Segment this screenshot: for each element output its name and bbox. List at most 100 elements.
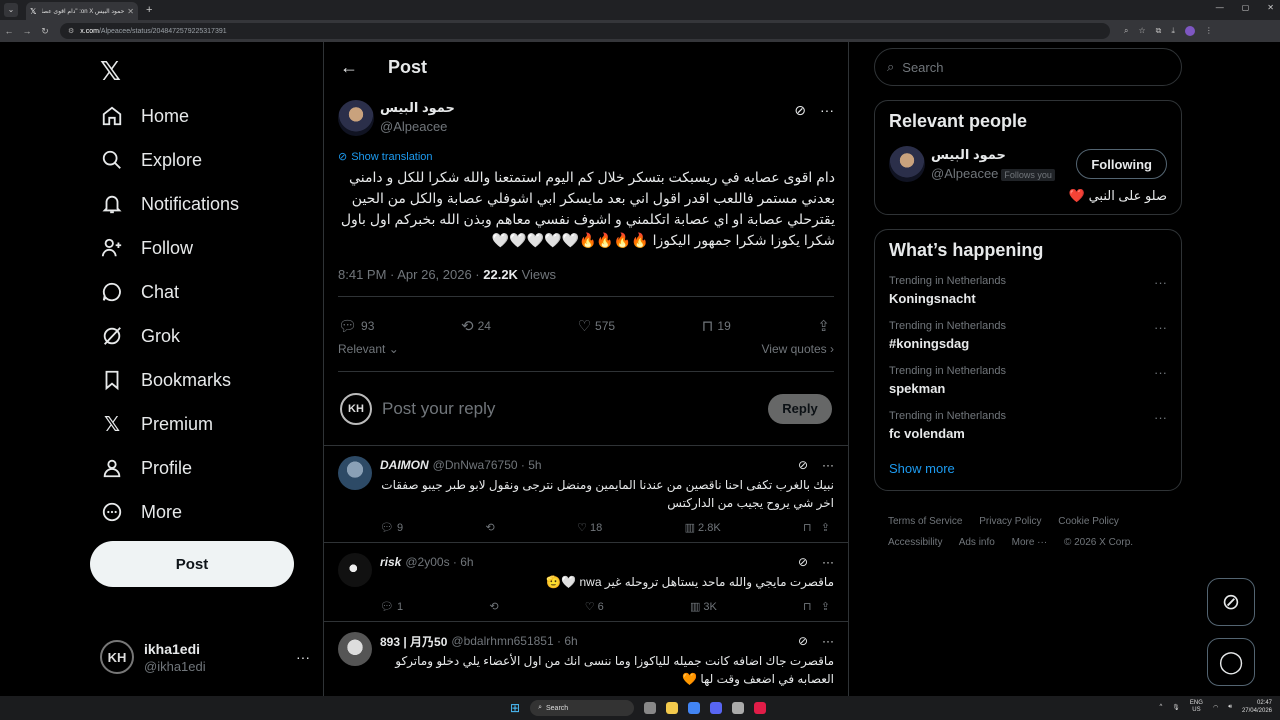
post-button[interactable]: Post bbox=[90, 541, 294, 587]
app-icon[interactable] bbox=[754, 702, 767, 714]
reply-action[interactable]: 💬︎ 93 bbox=[338, 310, 374, 342]
reply-author-handle[interactable]: @bdalrhmn651851 · 6h bbox=[451, 634, 577, 648]
task-view-icon[interactable] bbox=[644, 702, 657, 714]
site-info-icon[interactable]: ⚙ bbox=[68, 27, 74, 35]
file-explorer-icon[interactable] bbox=[666, 702, 679, 714]
nav-premium[interactable]: 𝕏 Premium bbox=[100, 404, 213, 444]
bookmark-star-icon[interactable]: ☆ bbox=[1138, 26, 1145, 36]
author-name[interactable]: حمود البيس bbox=[380, 100, 455, 116]
relevant-sort-dropdown[interactable]: Relevant ⌄ bbox=[338, 342, 399, 371]
reply-item[interactable]: DAIMON @DnNwa76750 · 5h ⊘ ··· نبيك بالغرب… bbox=[324, 446, 848, 543]
more-options-icon[interactable]: ··· bbox=[820, 102, 834, 119]
nav-follow[interactable]: Follow bbox=[100, 228, 193, 268]
maximize-icon[interactable]: ▢ bbox=[1242, 3, 1250, 12]
language-indicator[interactable]: ENG US bbox=[1190, 700, 1203, 714]
author-handle[interactable]: @Alpeacee bbox=[380, 119, 455, 134]
reply-button[interactable]: Reply bbox=[768, 393, 832, 424]
grok-icon[interactable]: ⊘ bbox=[798, 634, 808, 648]
grok-icon[interactable]: ⊘ bbox=[798, 458, 808, 472]
x-logo-icon[interactable]: 𝕏 bbox=[100, 56, 121, 87]
show-more-link[interactable]: Show more bbox=[889, 461, 1167, 476]
reply-reply-action[interactable]: 💬︎ 1 bbox=[380, 600, 403, 613]
reply-author-name[interactable]: 893 | 月乃50 bbox=[380, 633, 447, 650]
windows-start-icon[interactable]: ⊞ bbox=[510, 701, 520, 715]
reply-input[interactable]: Post your reply bbox=[382, 399, 768, 419]
footer-link[interactable]: Privacy Policy bbox=[979, 516, 1041, 527]
footer-link[interactable]: More ··· bbox=[1012, 537, 1048, 548]
reply-like-action[interactable]: ♡ 6 bbox=[585, 600, 604, 613]
share-action[interactable]: ⇪ bbox=[817, 310, 830, 342]
footer-link[interactable]: Ads info bbox=[959, 537, 995, 548]
reply-like-action[interactable]: ♡ 18 bbox=[577, 521, 602, 534]
download-icon[interactable]: ⤓ bbox=[1171, 26, 1175, 36]
trend-item[interactable]: Trending in Netherlands fc volendam ··· bbox=[889, 410, 1167, 441]
trend-item[interactable]: Trending in Netherlands spekman ··· bbox=[889, 365, 1167, 396]
reply-bookmark-share[interactable]: ⊓ ⇪ bbox=[803, 521, 830, 534]
github-icon[interactable] bbox=[732, 702, 745, 714]
reply-views-action[interactable]: ▥ 2.8K bbox=[685, 521, 721, 534]
reply-author-name[interactable]: risk bbox=[380, 555, 401, 569]
tab-close-icon[interactable]: ✕ bbox=[127, 7, 134, 16]
browser-menu-icon[interactable]: ⋮ bbox=[1205, 26, 1213, 36]
nav-profile[interactable]: Profile bbox=[100, 448, 192, 488]
account-switcher[interactable]: KH ikha1edi @ikha1edi ··· bbox=[100, 634, 310, 680]
tweet-time[interactable]: 8:41 PM · Apr 26, 2026 · bbox=[338, 267, 483, 282]
chrome-icon[interactable] bbox=[688, 702, 701, 714]
more-options-icon[interactable]: ··· bbox=[822, 634, 834, 648]
repost-action[interactable]: ⟲ 24 bbox=[461, 310, 491, 342]
trend-item[interactable]: Trending in Netherlands Koningsnacht ··· bbox=[889, 275, 1167, 306]
relevant-person[interactable]: حمود البيس @Alpeacee Follows you Followin… bbox=[889, 146, 1167, 182]
relevant-person-name[interactable]: حمود البيس bbox=[931, 147, 1055, 163]
reload-icon[interactable]: ↻ bbox=[36, 26, 54, 37]
clock[interactable]: 02:47 27/04/2026 bbox=[1242, 699, 1272, 715]
account-more-icon[interactable]: ··· bbox=[296, 649, 310, 665]
reply-author-handle[interactable]: @2y00s · 6h bbox=[405, 555, 473, 569]
footer-link[interactable]: Cookie Policy bbox=[1058, 516, 1119, 527]
grok-icon[interactable]: ⊘ bbox=[794, 102, 806, 119]
trend-more-icon[interactable]: ··· bbox=[1154, 410, 1167, 441]
trend-more-icon[interactable]: ··· bbox=[1154, 275, 1167, 306]
reply-bookmark-share[interactable]: ⊓ ⇪ bbox=[803, 600, 830, 613]
trend-item[interactable]: Trending in Netherlands #koningsdag ··· bbox=[889, 320, 1167, 351]
nav-notifications[interactable]: Notifications bbox=[100, 184, 239, 224]
back-arrow-icon[interactable]: ← bbox=[340, 57, 370, 78]
close-window-icon[interactable]: ✕ bbox=[1267, 3, 1274, 12]
nav-home[interactable]: Home bbox=[100, 96, 189, 136]
author-avatar[interactable] bbox=[338, 100, 374, 136]
extensions-icon[interactable]: ⧉ bbox=[1156, 26, 1162, 36]
relevant-person-avatar[interactable] bbox=[889, 146, 925, 182]
nav-chat[interactable]: Chat bbox=[100, 272, 179, 312]
grok-icon[interactable]: ⊘ bbox=[798, 555, 808, 569]
trend-more-icon[interactable]: ··· bbox=[1154, 365, 1167, 396]
footer-link[interactable]: Accessibility bbox=[888, 537, 942, 548]
trend-more-icon[interactable]: ··· bbox=[1154, 320, 1167, 351]
taskbar-search[interactable]: ⌕ Search bbox=[530, 700, 635, 716]
nav-bookmarks[interactable]: Bookmarks bbox=[100, 360, 231, 400]
browser-tab[interactable]: 𝕏 حمود البيس on X: "دام اقوى عصا... ✕ bbox=[26, 2, 138, 20]
zoom-icon[interactable]: ⌕ bbox=[1124, 26, 1128, 36]
tab-menu-button[interactable]: ⌄ bbox=[4, 3, 18, 17]
more-options-icon[interactable]: ··· bbox=[822, 555, 834, 569]
new-tab-button[interactable]: + bbox=[146, 4, 152, 16]
reply-repost-action[interactable]: ⟲ bbox=[486, 521, 495, 534]
chat-fab-button[interactable]: ◯ bbox=[1207, 638, 1255, 686]
mic-icon[interactable]: 🎙︎ bbox=[1172, 704, 1180, 711]
nav-more[interactable]: More bbox=[100, 492, 182, 532]
discord-icon[interactable] bbox=[710, 702, 723, 714]
wifi-icon[interactable]: ◠ bbox=[1213, 704, 1218, 711]
reply-author-name[interactable]: DAIMON bbox=[380, 458, 429, 472]
reply-avatar[interactable] bbox=[338, 553, 372, 587]
forward-icon[interactable]: → bbox=[18, 26, 36, 36]
reply-avatar[interactable] bbox=[338, 632, 372, 666]
reply-author-handle[interactable]: @DnNwa76750 · 5h bbox=[433, 458, 542, 472]
footer-link[interactable]: Terms of Service bbox=[888, 516, 962, 527]
reply-avatar[interactable] bbox=[338, 456, 372, 490]
like-action[interactable]: ♡ 575 bbox=[578, 310, 615, 342]
grok-fab-button[interactable]: ⊘ bbox=[1207, 578, 1255, 626]
reply-views-action[interactable]: ▥ 3K bbox=[690, 600, 717, 613]
show-translation-link[interactable]: ⊘ Show translation bbox=[338, 150, 834, 164]
reply-item[interactable]: risk @2y00s · 6h ⊘ ··· ماقصرت مايجي والله… bbox=[324, 543, 848, 622]
reply-repost-action[interactable]: ⟲ bbox=[489, 600, 498, 613]
profile-avatar-icon[interactable] bbox=[1184, 26, 1195, 36]
nav-explore[interactable]: Explore bbox=[100, 140, 202, 180]
